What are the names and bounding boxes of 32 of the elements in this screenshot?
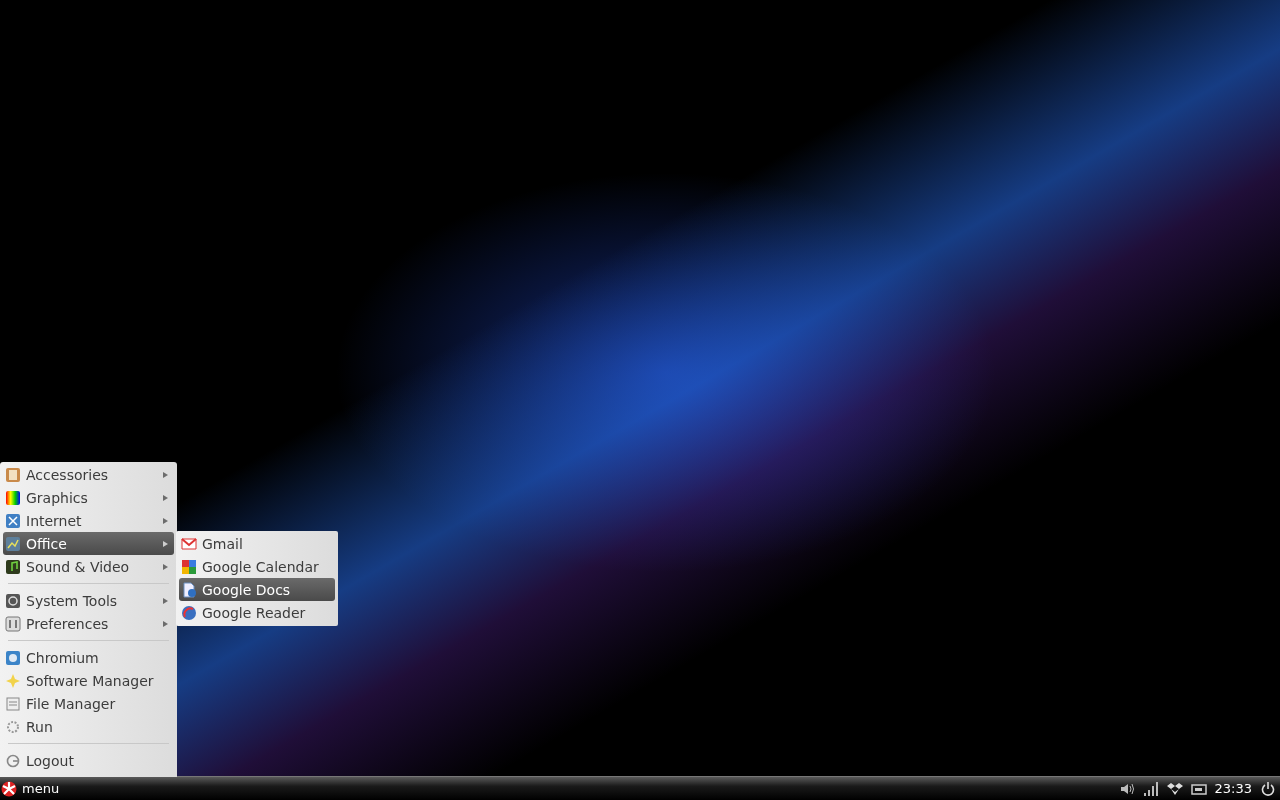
menu-item[interactable]: Internet — [3, 509, 174, 532]
menu-item[interactable]: Logout — [3, 749, 174, 772]
music-icon — [5, 558, 21, 575]
power-icon[interactable] — [1260, 780, 1276, 797]
menu-button[interactable]: menu — [1, 780, 60, 797]
peppermint-icon — [1, 780, 17, 797]
menu-item[interactable]: Gmail — [179, 532, 335, 555]
file-cabinet-icon — [5, 695, 21, 712]
envelope-icon — [181, 535, 197, 552]
menu-item[interactable]: Google Calendar — [179, 555, 335, 578]
chart-icon — [5, 535, 21, 552]
book-icon — [5, 466, 21, 483]
star-icon — [5, 672, 21, 689]
power-icon — [5, 752, 21, 769]
document-icon — [181, 581, 197, 598]
menu-item[interactable]: Sound & Video — [3, 555, 174, 578]
menu-item[interactable]: Google Reader — [179, 601, 335, 624]
palette-icon — [5, 489, 21, 506]
grid-icon — [181, 558, 197, 575]
menu-item[interactable]: Preferences — [3, 612, 174, 635]
signal-bars-icon[interactable] — [1142, 780, 1159, 797]
menu-item[interactable]: File Manager — [3, 692, 174, 715]
menu-item[interactable]: System Tools — [3, 589, 174, 612]
menu-item[interactable]: Run — [3, 715, 174, 738]
menu-item[interactable]: Accessories — [3, 463, 174, 486]
menu-item[interactable]: Graphics — [3, 486, 174, 509]
menu-item[interactable]: Software Manager — [3, 669, 174, 692]
menu-item[interactable]: Chromium — [3, 646, 174, 669]
gear-icon — [5, 718, 21, 735]
menu-item[interactable]: Google Docs — [179, 578, 335, 601]
clock[interactable]: 23:33 — [1214, 781, 1252, 796]
menu-item[interactable]: Office — [3, 532, 174, 555]
